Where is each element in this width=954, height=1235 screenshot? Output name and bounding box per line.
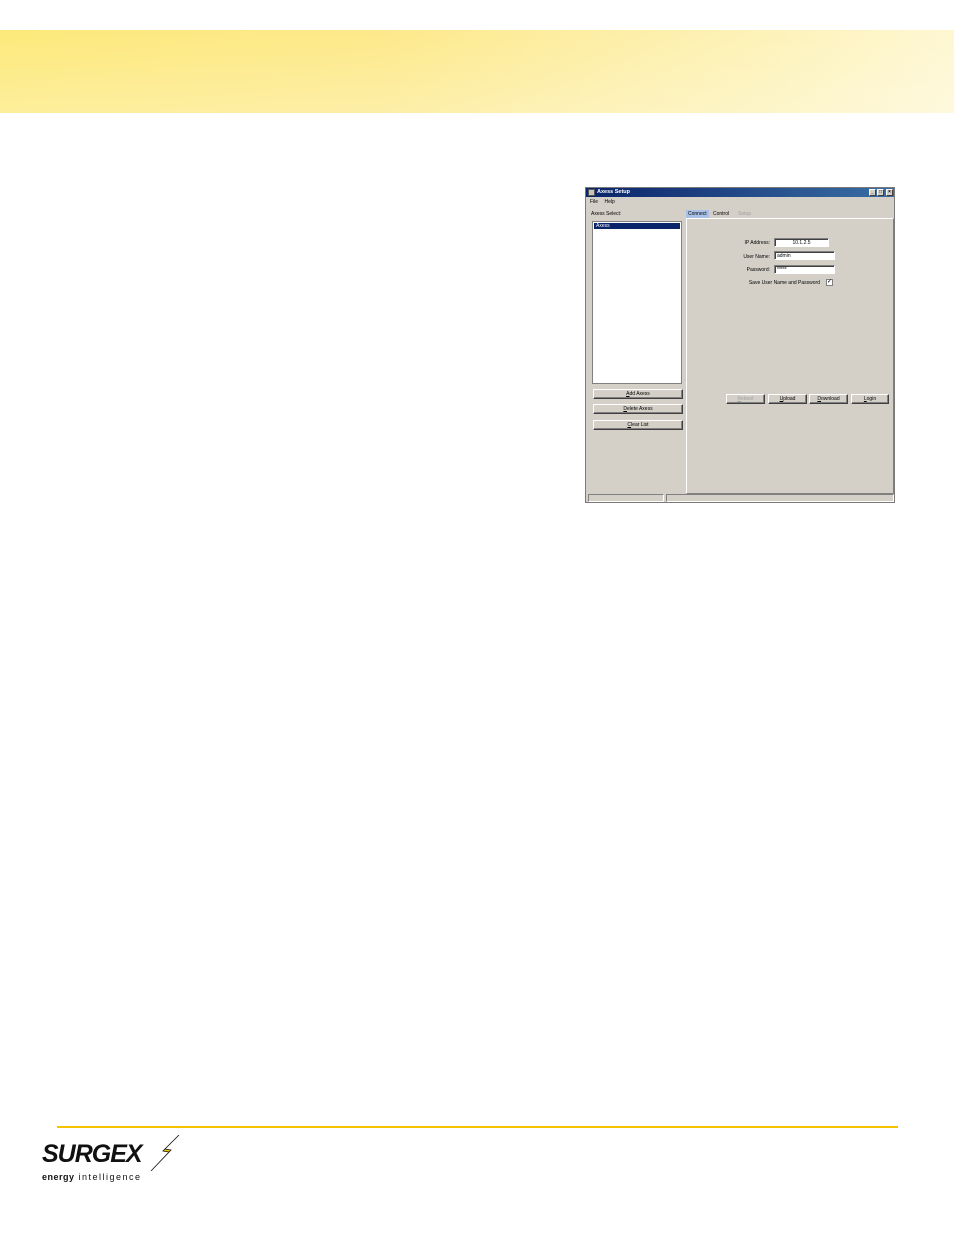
axess-select-label: Axess Select: [591,211,622,217]
close-icon[interactable]: × [886,189,893,196]
axess-setup-window: Axess Setup _ □ × File Help Axess Select… [585,187,895,503]
clear-list-button[interactable]: Clear List [593,420,683,430]
download-button[interactable]: Download [809,394,848,404]
minimize-icon[interactable]: _ [869,189,876,196]
menu-help[interactable]: Help [604,199,614,205]
list-item[interactable]: Axess [594,223,680,229]
surgex-logo: SURGEX energy intelligence [42,1135,182,1185]
status-bar-right [666,494,894,502]
password-label: Password: [746,267,770,273]
logo-tagline: energy intelligence [42,1172,142,1182]
save-credentials-checkbox[interactable]: ✓ [826,279,833,286]
user-name-field[interactable]: admin [774,251,835,260]
delete-axess-button[interactable]: Delete Axess [593,404,683,414]
login-button[interactable]: Login [851,394,889,404]
ip-address-label: IP Address: [744,240,770,246]
tagline-bold: energy [42,1172,75,1182]
app-icon [588,189,595,196]
footer-rule [57,1126,898,1128]
password-field[interactable]: ***** [774,265,835,274]
add-axess-button[interactable]: Add Axess [593,389,683,399]
user-name-label: User Name: [743,254,770,260]
ip-address-field[interactable]: 10.1.2.5 [774,238,829,247]
title-bar[interactable]: Axess Setup _ □ × [586,188,894,197]
menu-file[interactable]: File [590,199,598,205]
status-bar-left [588,494,664,502]
header-band [0,30,954,113]
menu-bar: File Help [590,199,620,206]
save-credentials-label: Save User Name and Password [748,280,820,286]
axess-listbox[interactable]: Axess [592,221,682,384]
reboot-button[interactable]: Reboot [726,394,765,404]
upload-button[interactable]: Upload [768,394,807,404]
tagline-rest: intelligence [74,1172,142,1182]
maximize-icon[interactable]: □ [877,189,884,196]
lightning-bolt-icon [150,1135,180,1171]
window-title: Axess Setup [597,189,631,195]
logo-wordmark: SURGEX [42,1140,143,1168]
